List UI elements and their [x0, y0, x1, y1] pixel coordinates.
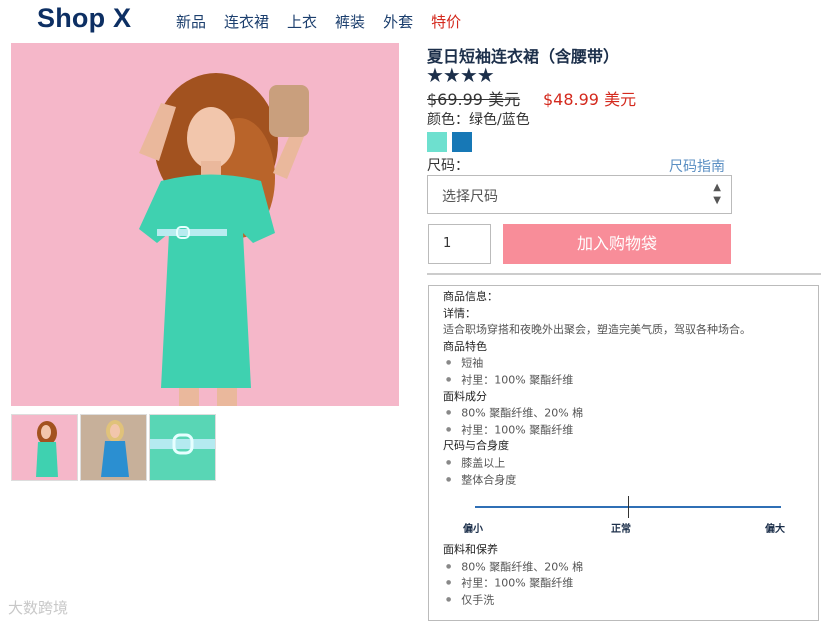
- list-item: 80% 聚酯纤维、20% 棉: [443, 405, 804, 422]
- fit-scale-large: 偏大: [765, 524, 785, 536]
- list-item: 整体合身度: [443, 472, 804, 489]
- size-label: 尺码：: [427, 158, 469, 174]
- add-to-bag-button[interactable]: 加入购物袋: [503, 224, 731, 264]
- list-item: 衬里：100% 聚酯纤维: [443, 575, 804, 592]
- list-item: 衬里：100% 聚酯纤维: [443, 372, 804, 389]
- features-label: 商品特色: [443, 339, 487, 353]
- color-label: 颜色：绿色/蓝色: [427, 112, 530, 128]
- nav-item-pants[interactable]: 裤装: [335, 11, 365, 32]
- list-item: 仅手洗: [443, 592, 804, 609]
- fit-scale-marker: [628, 496, 629, 519]
- list-item: 膝盖以上: [443, 455, 804, 472]
- details-text: 适合职场穿搭和夜晚外出聚会，塑造完美气质，驾驭各种场合。: [443, 323, 751, 337]
- rating-stars: ★★★★: [426, 63, 495, 87]
- list-item: 80% 聚酯纤维、20% 棉: [443, 559, 804, 576]
- size-guide-link[interactable]: 尺码指南: [669, 156, 725, 176]
- size-select-placeholder: 选择尺码: [442, 189, 498, 205]
- site-logo[interactable]: Shop X: [37, 3, 131, 34]
- thumbnail-green-dress[interactable]: [11, 414, 78, 481]
- nav-item-dresses[interactable]: 连衣裙: [224, 11, 269, 32]
- nav-item-outerwear[interactable]: 外套: [383, 11, 413, 32]
- size-select[interactable]: 选择尺码 ▲ ▼: [427, 175, 732, 214]
- thumbnail-strip: [11, 414, 218, 481]
- sale-price: $48.99 美元: [543, 90, 637, 109]
- fit-scale: 偏小 正常 偏大: [443, 492, 804, 542]
- original-price: $69.99 美元: [427, 90, 521, 109]
- swatch-blue[interactable]: [452, 132, 472, 152]
- list-item: 衬里：100% 聚酯纤维: [443, 422, 804, 439]
- fit-scale-small: 偏小: [463, 524, 483, 536]
- fit-scale-normal: 正常: [611, 524, 631, 536]
- fit-label: 尺码与合身度: [443, 439, 509, 453]
- nav-item-tops[interactable]: 上衣: [287, 11, 317, 32]
- watermark-logo: 大数跨境: [8, 599, 69, 617]
- list-item: 短袖: [443, 355, 804, 372]
- swatch-green[interactable]: [427, 132, 447, 152]
- thumbnail-blue-dress[interactable]: [80, 414, 147, 481]
- details-label: 详情：: [443, 306, 476, 320]
- fabric-label: 面料成分: [443, 389, 487, 403]
- product-main-image: [11, 43, 399, 406]
- quantity-input[interactable]: 1: [428, 224, 491, 264]
- main-nav: 新品 连衣裙 上衣 裤装 外套 特价: [176, 11, 479, 32]
- product-info-panel[interactable]: 商品信息： 详情： 适合职场穿搭和夜晚外出聚会，塑造完美气质，驾驭各种场合。 商…: [428, 285, 819, 621]
- care-label: 面料和保养: [443, 543, 498, 557]
- divider: [427, 273, 821, 275]
- nav-item-sale[interactable]: 特价: [431, 11, 461, 32]
- nav-item-new[interactable]: 新品: [176, 11, 206, 32]
- select-arrows-icon: ▲ ▼: [713, 182, 721, 206]
- color-swatches: [427, 132, 477, 152]
- thumbnail-belt-detail[interactable]: [149, 414, 216, 481]
- info-heading: 商品信息：: [443, 290, 498, 303]
